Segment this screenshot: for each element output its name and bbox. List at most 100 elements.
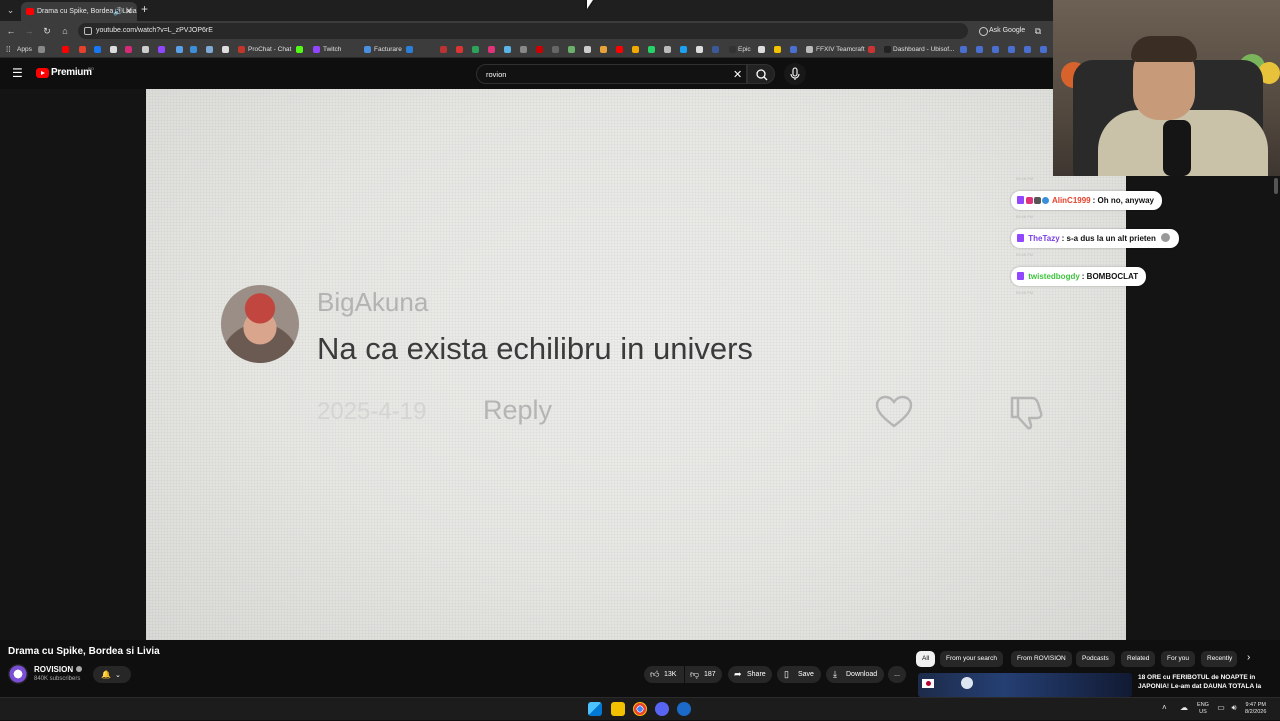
tab-search-dropdown-icon[interactable]: ⌄ <box>4 4 17 17</box>
search-input[interactable]: rovion ✕ <box>476 64 747 84</box>
bookmark-favicon-icon[interactable] <box>456 46 463 53</box>
bookmark-favicon-icon[interactable] <box>1008 46 1015 53</box>
forward-icon[interactable]: → <box>22 24 36 38</box>
reload-icon[interactable]: ↻ <box>40 24 54 38</box>
voice-search-button[interactable] <box>784 63 806 85</box>
bookmark-favicon-icon[interactable] <box>472 46 479 53</box>
chip-podcasts[interactable]: Podcasts <box>1076 651 1115 667</box>
onedrive-icon[interactable]: ☁ <box>1178 698 1190 721</box>
bookmark-favicon-icon[interactable] <box>440 46 447 53</box>
bookmark-favicon-icon[interactable] <box>1040 46 1047 53</box>
new-tab-button[interactable]: + <box>141 2 148 16</box>
notification-bell-button[interactable]: 🔔 ⌄ <box>93 666 131 683</box>
tab-close-icon[interactable]: ✕ <box>125 2 133 21</box>
bookmark-epic[interactable]: Epic <box>738 41 751 58</box>
bookmark-facebook-icon[interactable] <box>94 46 101 53</box>
bookmark-favicon-icon[interactable] <box>758 46 765 53</box>
bookmark-favicon-icon[interactable] <box>992 46 999 53</box>
bookmark-kick-icon[interactable] <box>296 46 303 53</box>
bookmark-favicon-icon[interactable] <box>712 46 719 53</box>
bookmark-favicon-icon[interactable] <box>648 46 655 53</box>
more-actions-button[interactable]: ... <box>888 666 906 683</box>
chip-all[interactable]: All <box>916 651 936 667</box>
related-video-thumbnail[interactable] <box>918 673 1132 697</box>
tray-expand-icon[interactable]: ˄ <box>1162 698 1167 721</box>
bookmark-favicon-icon[interactable] <box>976 46 983 53</box>
scrollbar-thumb[interactable] <box>1274 178 1278 194</box>
share-button[interactable]: ➦ Share <box>728 666 772 683</box>
bookmark-favicon-icon[interactable] <box>774 46 781 53</box>
bookmark-favicon-icon[interactable] <box>584 46 591 53</box>
bookmark-favicon-icon[interactable] <box>790 46 797 53</box>
search-button[interactable] <box>747 64 775 84</box>
bookmark-x-icon[interactable] <box>110 46 117 53</box>
bookmark-favicon-icon[interactable] <box>488 46 495 53</box>
file-explorer-icon[interactable] <box>611 702 625 716</box>
bookmark-instagram-icon[interactable] <box>125 46 132 53</box>
bookmark-favicon-icon[interactable] <box>960 46 967 53</box>
bookmark-favicon-icon[interactable] <box>79 46 86 53</box>
tab-audio-icon[interactable]: 🔊 <box>113 2 123 21</box>
bookmark-favicon-icon[interactable] <box>536 46 543 53</box>
download-button[interactable]: ⤓ Download <box>826 666 884 683</box>
page-scrollbar[interactable] <box>1272 176 1280 640</box>
discord-icon[interactable] <box>655 702 669 716</box>
volume-icon[interactable]: 🔊︎ <box>1228 698 1240 721</box>
back-icon[interactable]: ← <box>4 24 18 38</box>
bookmark-favicon-icon[interactable] <box>520 46 527 53</box>
channel-avatar[interactable] <box>8 664 28 684</box>
bookmark-favicon-icon[interactable] <box>406 46 413 53</box>
apps-grid-icon[interactable]: ⁞⁞ <box>6 41 14 58</box>
video-frame[interactable]: BigAkuna Na ca exista echilibru in unive… <box>146 89 1126 640</box>
extension-icon[interactable]: ⧉ <box>1031 24 1045 38</box>
bookmark-favicon-icon[interactable] <box>680 46 687 53</box>
like-button[interactable]: 👍︎ 13K <box>644 666 684 683</box>
chip-from-your-search[interactable]: From your search <box>940 651 1003 667</box>
network-icon[interactable]: ▭ <box>1215 698 1227 721</box>
channel-name[interactable]: ROVISION <box>34 665 83 674</box>
ask-google-button[interactable]: Ask Google <box>977 24 1025 38</box>
chevron-right-icon[interactable]: › <box>1247 652 1250 663</box>
bookmark-favicon-icon[interactable] <box>190 46 197 53</box>
bookmark-favicon-icon[interactable] <box>696 46 703 53</box>
bookmark-prochat[interactable]: ProChat - Chat <box>248 41 291 58</box>
chrome-icon[interactable] <box>633 702 647 716</box>
youtube-logo-icon[interactable] <box>36 68 49 78</box>
bookmark-favicon-icon[interactable] <box>616 46 623 53</box>
bookmark-favicon-icon[interactable] <box>158 46 165 53</box>
site-info-icon[interactable] <box>84 27 92 35</box>
bookmark-favicon-icon[interactable] <box>868 46 875 53</box>
bookmark-youtube-icon[interactable] <box>62 46 69 53</box>
chip-recently[interactable]: Recently <box>1201 651 1237 667</box>
bookmark-dashboard-ubisoft[interactable]: Dashboard - Ubisof... <box>893 41 954 58</box>
home-icon[interactable]: ⌂ <box>58 24 72 38</box>
bookmark-favicon-icon[interactable] <box>176 46 183 53</box>
save-button[interactable]: ▯ Save <box>777 666 821 683</box>
bookmark-favicon-icon[interactable] <box>504 46 511 53</box>
start-windows-icon[interactable] <box>588 702 602 716</box>
chip-related[interactable]: Related <box>1121 651 1156 667</box>
bookmark-apps[interactable]: Apps <box>17 41 32 58</box>
chip-for-you[interactable]: For you <box>1161 651 1196 667</box>
related-video-title[interactable]: 18 ORE cu FERIBOTUL de NOAPTE in JAPONIA… <box>1138 673 1268 697</box>
bookmark-facturare[interactable]: Facturare <box>374 41 402 58</box>
dislike-button[interactable]: 👎︎ 187 <box>685 666 722 683</box>
clear-search-icon[interactable]: ✕ <box>733 68 742 81</box>
bookmark-favicon-icon[interactable] <box>568 46 575 53</box>
bookmark-favicon-icon[interactable] <box>206 46 213 53</box>
hamburger-menu-icon[interactable]: ☰ <box>12 66 23 80</box>
bookmark-favicon-icon[interactable] <box>632 46 639 53</box>
bookmark-favicon-icon[interactable] <box>222 46 229 53</box>
youtube-premium-wordmark[interactable]: Premium <box>51 67 92 78</box>
language-indicator[interactable]: ENG US <box>1195 698 1211 721</box>
bookmark-favicon-icon[interactable] <box>664 46 671 53</box>
bookmark-favicon-icon[interactable] <box>1024 46 1031 53</box>
bookmark-favicon-icon[interactable] <box>552 46 559 53</box>
bookmark-ffxiv-teamcraft[interactable]: FFXIV Teamcraft <box>816 41 865 58</box>
chip-from-channel[interactable]: From ROVISION <box>1011 651 1072 667</box>
bookmark-favicon-icon[interactable] <box>600 46 607 53</box>
bookmark-twitch[interactable]: Twitch <box>323 41 341 58</box>
system-clock[interactable]: 9:47 PM 8/2/2026 <box>1245 702 1266 716</box>
address-bar[interactable]: youtube.com/watch?v=L_zPVJOP6rE <box>78 23 968 39</box>
bookmark-favicon-icon[interactable] <box>38 46 45 53</box>
